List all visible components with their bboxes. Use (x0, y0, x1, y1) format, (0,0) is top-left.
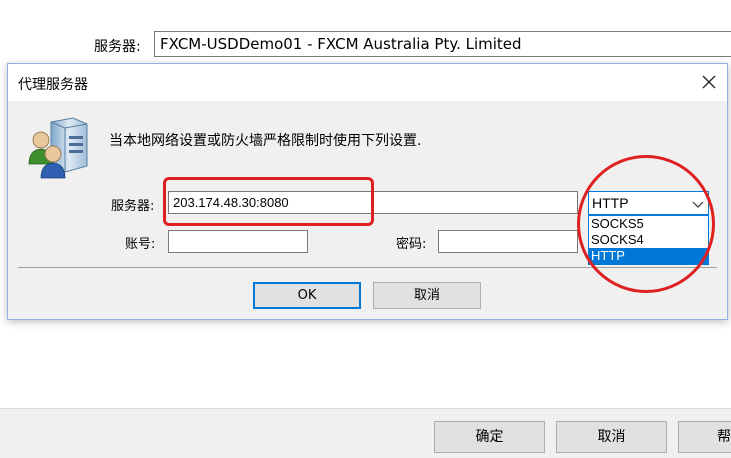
confirm-button[interactable]: 确定 (434, 421, 545, 453)
bg-server-label: 服务器: (94, 39, 141, 55)
ok-button[interactable]: OK (253, 282, 361, 309)
annotation-rectangle (163, 177, 374, 226)
account-input[interactable] (168, 230, 308, 253)
cancel-button[interactable]: 取消 (373, 282, 481, 309)
dialog-titlebar: 代理服务器 (8, 64, 727, 101)
server-label: 服务器: (111, 199, 155, 214)
password-label: 密码: (396, 237, 427, 252)
bg-cancel-button[interactable]: 取消 (556, 421, 667, 453)
account-label: 账号: (125, 237, 156, 252)
password-input[interactable] (438, 230, 578, 253)
annotation-circle (577, 155, 715, 293)
info-text: 当本地网络设置或防火墙严格限制时使用下列设置. (109, 133, 422, 149)
bg-server-dropdown[interactable]: FXCM-USDDemo01 - FXCM Australia Pty. Lim… (154, 31, 731, 57)
close-icon[interactable] (700, 73, 718, 91)
dialog-title: 代理服务器 (18, 77, 88, 93)
server-users-icon (28, 117, 88, 179)
help-button[interactable]: 帮 (678, 421, 731, 453)
